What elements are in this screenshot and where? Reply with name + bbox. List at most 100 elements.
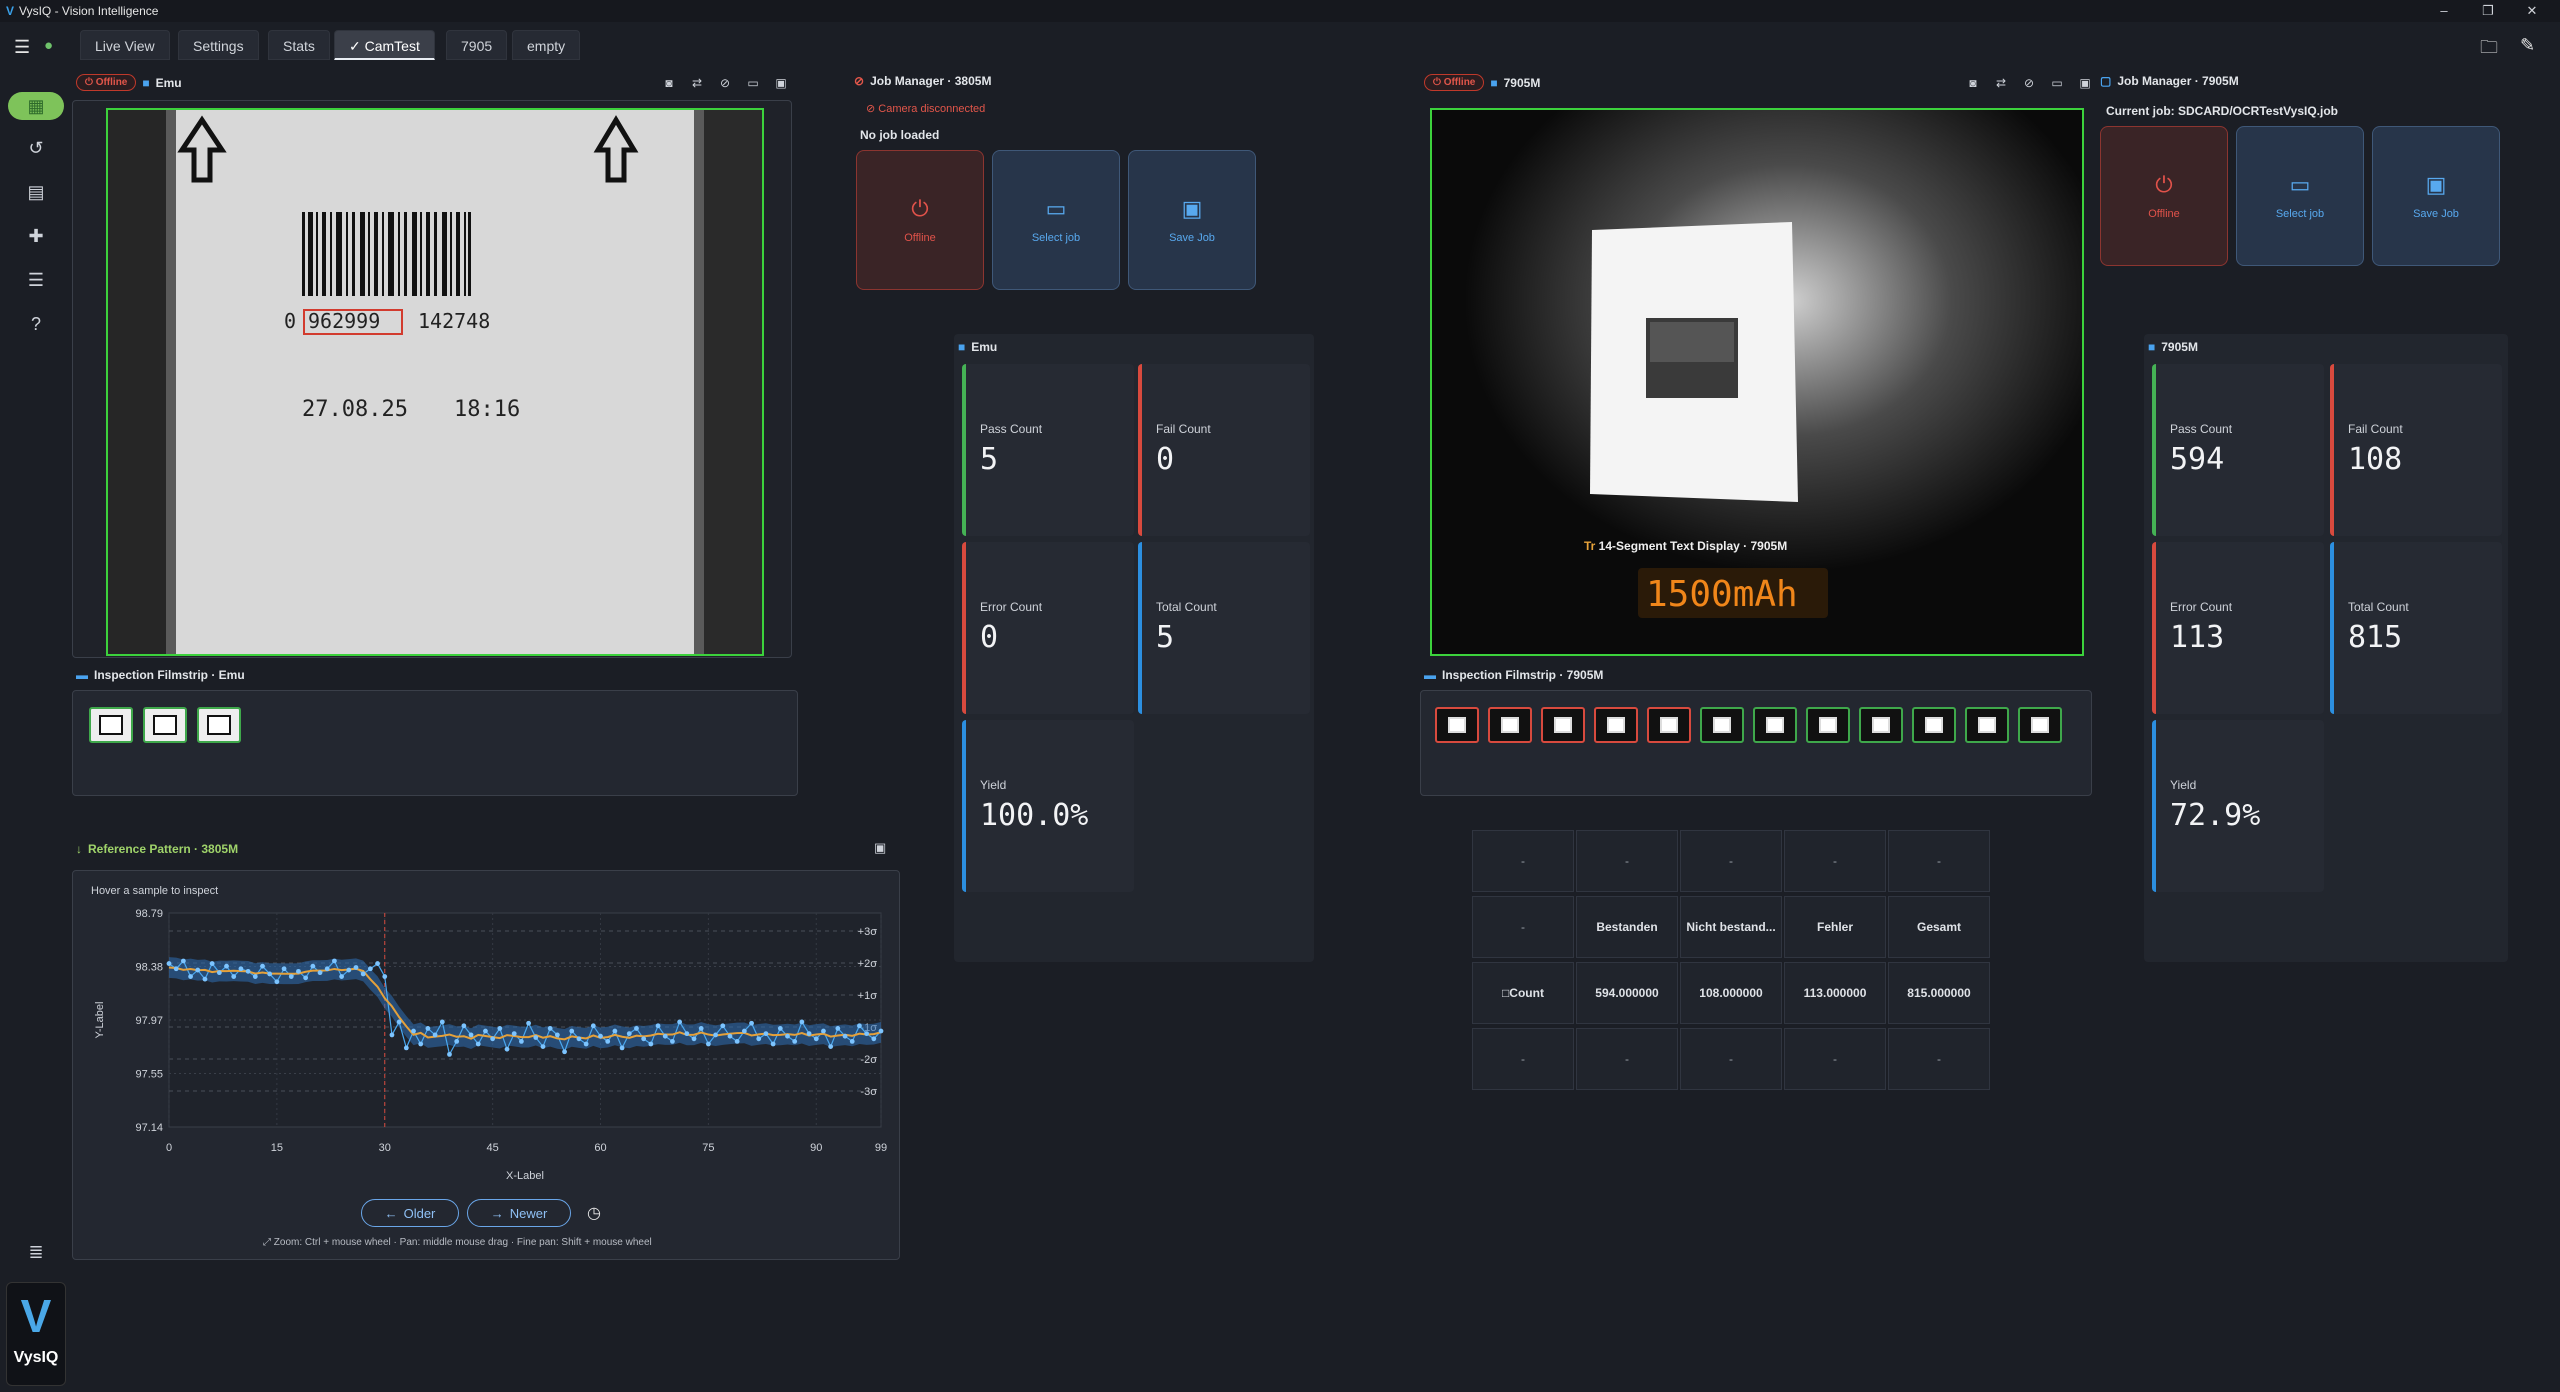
film-thumb[interactable] — [1700, 707, 1744, 743]
table-cell: 815.000000 — [1888, 962, 1990, 1024]
cam2-image[interactable]: Tr 14-Segment Text Display · 7905M 1500m… — [1430, 108, 2084, 656]
film-thumb[interactable] — [89, 707, 133, 743]
list-icon[interactable]: ☰ — [18, 266, 54, 294]
data-point — [173, 966, 179, 972]
tab-7905[interactable]: 7905 — [446, 30, 508, 60]
open-folder-icon[interactable]: ▭ — [744, 76, 762, 92]
hide-overlay-icon[interactable]: ⊘ — [2020, 76, 2038, 92]
swap-icon[interactable]: ⇄ — [1992, 76, 2010, 92]
film-icon: ▬ — [76, 668, 88, 682]
stats1-yield-card: Yield 100.0% — [962, 720, 1134, 892]
edit-icon[interactable]: ✎ — [2520, 35, 2535, 56]
older-button[interactable]: ← Older — [361, 1199, 459, 1227]
film-thumb[interactable] — [1806, 707, 1850, 743]
job1-save-button[interactable]: ▣ Save Job — [1128, 150, 1256, 290]
film-thumb[interactable] — [1859, 707, 1903, 743]
reference-chart[interactable]: 98.7998.3897.9797.5597.14+3σ+2σ+1σ-1σ-2σ… — [73, 901, 899, 1191]
tab-bar: ☰ ● Live View Settings Stats ✓ CamTest 7… — [0, 27, 2560, 67]
select-label: Select job — [2275, 208, 2325, 220]
plugin-icon[interactable]: ✚ — [18, 222, 54, 250]
data-point — [540, 1044, 546, 1049]
data-point — [777, 1026, 783, 1031]
film-thumb[interactable] — [1965, 707, 2009, 743]
brand-name: VysIQ — [13, 1349, 59, 1366]
menu-icon[interactable]: ☰ — [14, 37, 30, 58]
storage-icon[interactable]: ≣ — [18, 1238, 54, 1266]
maximize-button[interactable]: ❐ — [2468, 0, 2508, 22]
stats1-total-card: Total Count 5 — [1138, 542, 1310, 714]
open-folder-icon[interactable]: ▭ — [2048, 76, 2066, 92]
film-thumb[interactable] — [1912, 707, 1956, 743]
tab-live-view[interactable]: Live View — [80, 30, 170, 60]
tab-stats[interactable]: Stats — [268, 30, 330, 60]
folder-icon[interactable]: 🗀 — [2480, 35, 2498, 65]
data-point — [425, 1026, 431, 1031]
camera-icon: ■ — [142, 75, 150, 90]
film-thumb[interactable] — [143, 707, 187, 743]
data-point — [490, 1036, 496, 1042]
film-thumb[interactable] — [1541, 707, 1585, 743]
data-point — [590, 1023, 596, 1029]
data-point — [296, 968, 301, 974]
print-time: 18:16 — [454, 397, 520, 422]
grid-icon[interactable]: ▦ — [8, 92, 64, 120]
job1-offline-button[interactable]: ⏻ Offline — [856, 150, 984, 290]
data-point — [439, 1019, 445, 1025]
yield-value: 72.9% — [2170, 798, 2261, 833]
film-thumb[interactable] — [1488, 707, 1532, 743]
history-icon[interactable]: ↺ — [18, 134, 54, 162]
clock-icon[interactable]: ◷ — [587, 1203, 601, 1223]
data-point — [619, 1045, 625, 1051]
help-icon[interactable]: ? — [18, 310, 54, 338]
stats1-title: Emu — [971, 340, 998, 354]
swap-icon[interactable]: ⇄ — [688, 76, 706, 92]
tab-empty[interactable]: empty — [512, 30, 581, 60]
job2-save-button[interactable]: ▣ Save Job — [2372, 126, 2500, 266]
export-icon[interactable]: ▣ — [874, 840, 886, 856]
document-icon[interactable]: ▤ — [18, 178, 54, 206]
cam1-image[interactable]: 0 962999 142748 27.08.25 18:16 — [106, 108, 764, 656]
data-point — [389, 1032, 395, 1038]
close-button[interactable]: ✕ — [2512, 0, 2552, 22]
job2-header: ▢ Job Manager · 7905M — [2100, 74, 2239, 88]
film2-thumbs — [1435, 707, 2075, 747]
film-icon: ▬ — [1424, 668, 1436, 682]
job1-select-button[interactable]: ▭ Select job — [992, 150, 1120, 290]
film-thumb[interactable] — [197, 707, 241, 743]
tab-camtest[interactable]: ✓ CamTest — [334, 30, 435, 60]
film2-title: Inspection Filmstrip · 7905M — [1442, 668, 1604, 682]
job2-select-button[interactable]: ▭ Select job — [2236, 126, 2364, 266]
data-point — [569, 1028, 575, 1034]
snapshot-icon[interactable]: ◙ — [660, 76, 678, 92]
film-thumb[interactable] — [1647, 707, 1691, 743]
data-point — [483, 1028, 488, 1034]
data-point — [267, 971, 273, 977]
job2-offline-button[interactable]: ⏻ Offline — [2100, 126, 2228, 266]
pass-value: 5 — [980, 442, 999, 477]
film-thumb[interactable] — [1753, 707, 1797, 743]
data-point — [554, 1032, 560, 1038]
stats2-title: 7905M — [2161, 340, 2198, 354]
film-thumb[interactable] — [2018, 707, 2062, 743]
newer-button[interactable]: → Newer — [467, 1199, 571, 1227]
data-point — [353, 965, 359, 970]
save-icon[interactable]: ▣ — [2076, 76, 2094, 92]
stats1-pass-card: Pass Count 5 — [962, 364, 1134, 536]
hide-overlay-icon[interactable]: ⊘ — [716, 76, 734, 92]
film-thumb[interactable] — [1594, 707, 1638, 743]
table-cell: - — [1784, 830, 1886, 892]
tab-settings[interactable]: Settings — [178, 30, 259, 60]
save-icon[interactable]: ▣ — [772, 76, 790, 92]
film-thumb[interactable] — [1435, 707, 1479, 743]
snapshot-icon[interactable]: ◙ — [1964, 76, 1982, 92]
table-cell: Nicht bestand... — [1680, 896, 1782, 958]
minimize-button[interactable]: – — [2424, 0, 2464, 22]
cam1-scene: 0 962999 142748 27.08.25 18:16 — [108, 110, 762, 654]
thumb-image — [1978, 717, 1996, 733]
stats2-pass-card: Pass Count 594 — [2152, 364, 2324, 536]
stats1-fail-card: Fail Count 0 — [1138, 364, 1310, 536]
user-icon[interactable]: ● — [44, 37, 53, 54]
ref-footer-text: Zoom: Ctrl + mouse wheel · Pan: middle m… — [273, 1237, 652, 1248]
total-label: Total Count — [1156, 600, 1217, 614]
x-tick-label: 0 — [166, 1142, 172, 1154]
